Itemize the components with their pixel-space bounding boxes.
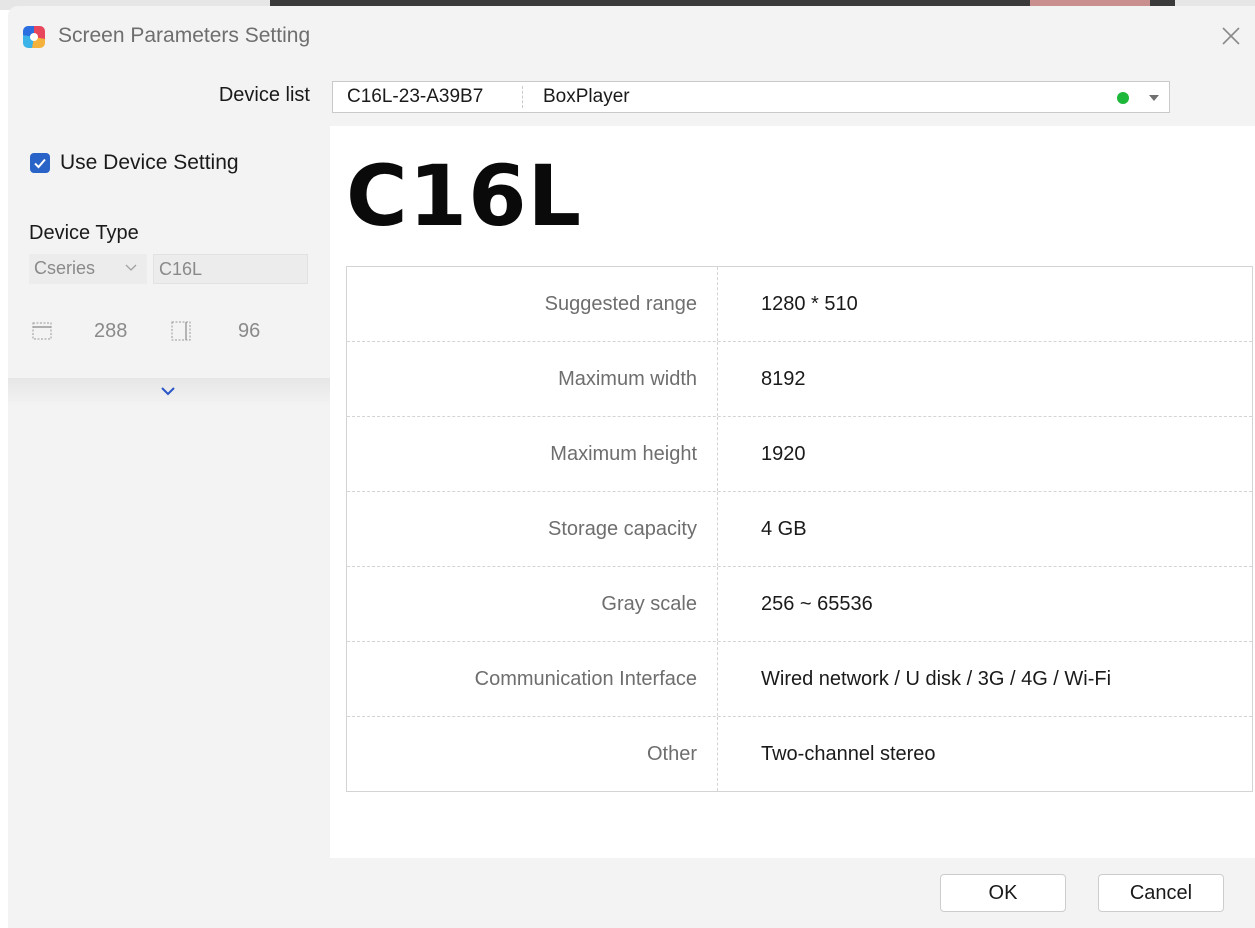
device-type-label: Device Type — [29, 222, 139, 244]
spec-table: Suggested range 1280 * 510 Maximum width… — [346, 266, 1253, 792]
checkmark-icon — [34, 158, 46, 169]
spec-key: Maximum width — [347, 342, 718, 416]
spec-value: Two-channel stereo — [761, 743, 936, 765]
window-title: Screen Parameters Setting — [58, 24, 311, 47]
device-list-dropdown[interactable]: C16L-23-A39B7 BoxPlayer — [332, 81, 1170, 113]
close-icon[interactable] — [1217, 22, 1245, 50]
spec-row: Maximum width 8192 — [347, 341, 1252, 416]
spec-value: 8192 — [761, 368, 806, 390]
spec-key: Gray scale — [347, 567, 718, 641]
model-title: C16L — [346, 147, 583, 245]
chevron-down-icon — [125, 264, 137, 271]
device-id: C16L-23-A39B7 — [347, 86, 484, 107]
height-value: 96 — [238, 320, 261, 342]
model-field: C16L — [153, 254, 308, 284]
height-icon — [171, 321, 191, 341]
spec-key: Other — [347, 717, 718, 791]
width-value: 288 — [94, 320, 128, 342]
spec-value: 4 GB — [761, 518, 807, 540]
series-select: Cseries — [29, 254, 147, 284]
device-info-panel: C16L Suggested range 1280 * 510 Maximum … — [330, 126, 1255, 858]
spec-value: 256 ~ 65536 — [761, 593, 873, 615]
use-device-setting-label[interactable]: Use Device Setting — [60, 151, 239, 175]
cancel-button[interactable]: Cancel — [1098, 874, 1224, 912]
width-icon — [32, 322, 52, 340]
spec-value: 1280 * 510 — [761, 293, 858, 315]
spec-row: Gray scale 256 ~ 65536 — [347, 566, 1252, 641]
expand-chevron-icon[interactable] — [160, 386, 176, 396]
spec-key: Maximum height — [347, 417, 718, 491]
app-logo-icon — [23, 26, 45, 48]
ok-button[interactable]: OK — [940, 874, 1066, 912]
spec-row: Suggested range 1280 * 510 — [347, 267, 1252, 341]
spec-row: Other Two-channel stereo — [347, 716, 1252, 791]
title-bar: Screen Parameters Setting — [8, 6, 1255, 66]
model-value: C16L — [159, 259, 203, 279]
spec-key: Suggested range — [347, 267, 718, 341]
online-status-icon — [1117, 92, 1129, 104]
dropdown-arrow-icon[interactable] — [1149, 95, 1159, 101]
spec-row: Communication Interface Wired network / … — [347, 641, 1252, 716]
spec-key: Storage capacity — [347, 492, 718, 566]
spec-row: Storage capacity 4 GB — [347, 491, 1252, 566]
use-device-setting-checkbox[interactable] — [30, 153, 50, 173]
spec-row: Maximum height 1920 — [347, 416, 1252, 491]
spec-value: 1920 — [761, 443, 806, 465]
screen-parameters-dialog: Screen Parameters Setting Device list C1… — [8, 6, 1255, 928]
spec-key: Communication Interface — [347, 642, 718, 716]
series-value: Cseries — [34, 258, 96, 278]
spec-value: Wired network / U disk / 3G / 4G / Wi-Fi — [761, 668, 1112, 690]
device-name: BoxPlayer — [543, 86, 630, 107]
column-divider — [522, 86, 523, 108]
device-list-label: Device list — [218, 84, 310, 106]
